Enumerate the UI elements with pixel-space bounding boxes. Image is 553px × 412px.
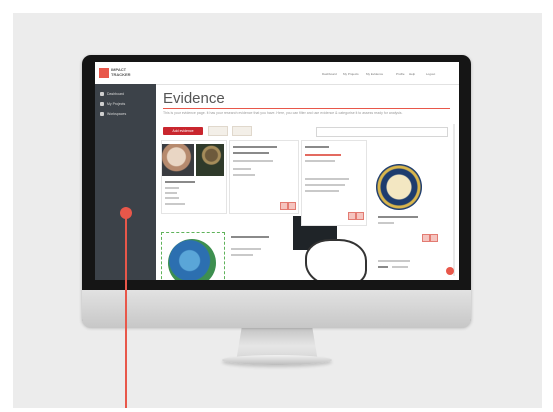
card-text [305, 160, 335, 162]
card-text [378, 266, 388, 268]
globe-image [168, 239, 216, 280]
card-text [392, 266, 408, 268]
sidebar-item-dashboard[interactable]: Dashboard [100, 92, 124, 97]
search-input[interactable] [316, 127, 448, 137]
tag-badge[interactable] [280, 202, 288, 210]
sidebar-item-workspaces[interactable]: Workspaces [100, 112, 126, 117]
add-evidence-button[interactable]: Add evidence [163, 127, 203, 135]
card-text [165, 197, 179, 199]
top-navigation: IMPACT TRACKER Dashboard My Projects My … [95, 62, 459, 85]
gear-icon [100, 112, 104, 117]
card-text [231, 254, 253, 256]
card-text [378, 222, 394, 224]
nav-my-evidence[interactable]: My Evidence [366, 72, 383, 76]
nav-profile[interactable]: Profile [396, 72, 405, 76]
tag-badge[interactable] [422, 234, 430, 242]
home-icon [100, 92, 104, 97]
tag-badge[interactable] [430, 234, 438, 242]
nav-my-projects[interactable]: My Projects [343, 72, 359, 76]
nav-dashboard[interactable]: Dashboard [322, 72, 337, 76]
app-logo-text: IMPACT TRACKER [111, 67, 131, 77]
help-fab-button[interactable] [446, 267, 454, 275]
monitor-chin [82, 290, 471, 328]
card-text [233, 174, 255, 176]
page-intro: This is your evidence page. It has your … [163, 111, 403, 115]
page-title: Evidence [163, 90, 225, 107]
callout-dot [120, 207, 132, 219]
card-text [305, 146, 329, 148]
card-text [165, 187, 179, 189]
title-divider [163, 108, 450, 109]
pin-icon [100, 102, 104, 107]
nav-help[interactable]: Help [409, 72, 415, 76]
tag-badge[interactable] [348, 212, 356, 220]
card-text [378, 260, 410, 262]
university-seal-image [376, 164, 422, 210]
app-screen: IMPACT TRACKER Dashboard My Projects My … [95, 62, 459, 280]
card-text [305, 184, 345, 186]
filter-button[interactable] [208, 126, 228, 136]
scrollbar[interactable] [453, 124, 455, 276]
evidence-photo [162, 144, 194, 176]
card-text [231, 236, 269, 238]
card-text [165, 181, 195, 183]
card-link[interactable] [305, 154, 341, 156]
card-text [305, 178, 349, 180]
card-text [378, 216, 418, 218]
card-text [233, 152, 269, 154]
tag-badge[interactable] [288, 202, 296, 210]
main-content: Evidence This is your evidence page. It … [156, 84, 459, 280]
card-text [165, 192, 177, 194]
monitor-stand-base [222, 355, 332, 365]
card-text [233, 168, 251, 170]
puzzle-image [305, 239, 367, 280]
card-text [233, 146, 277, 148]
card-text [305, 190, 339, 192]
nav-logout[interactable]: Logout [426, 72, 435, 76]
card-text [231, 248, 261, 250]
evidence-photo [196, 144, 224, 176]
sidebar-item-my-projects[interactable]: My Projects [100, 102, 125, 107]
callout-line [125, 212, 127, 408]
app-logo-icon [99, 68, 109, 78]
tag-badge[interactable] [356, 212, 364, 220]
sort-button[interactable] [232, 126, 252, 136]
card-text [233, 160, 273, 162]
card-text [165, 203, 185, 205]
